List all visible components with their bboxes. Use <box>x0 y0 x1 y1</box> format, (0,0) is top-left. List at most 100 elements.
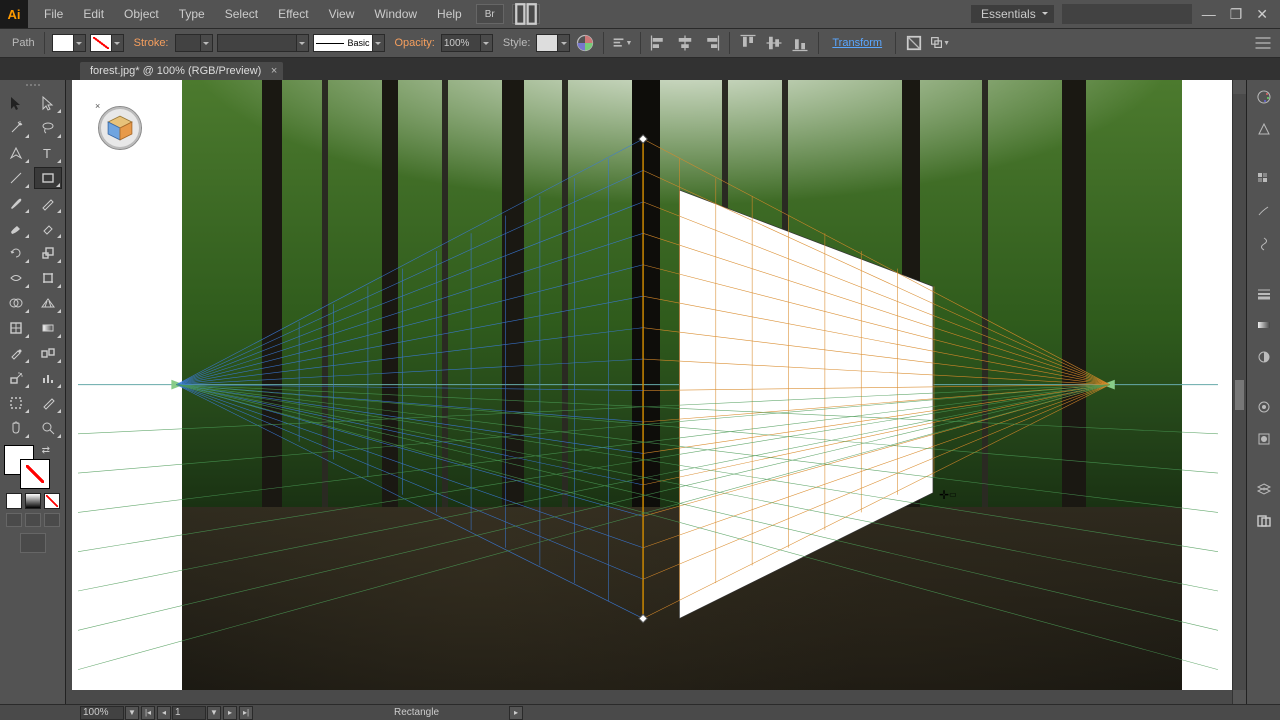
isolate-button[interactable] <box>903 33 925 53</box>
panel-brushes[interactable] <box>1253 200 1275 222</box>
stroke-indicator[interactable] <box>20 459 50 489</box>
artboard-menu[interactable]: ▼ <box>207 706 221 720</box>
blend-tool[interactable] <box>34 342 62 364</box>
zoom-menu[interactable]: ▼ <box>125 706 139 720</box>
vertical-scrollbar[interactable] <box>1232 80 1246 704</box>
menu-help[interactable]: Help <box>427 0 472 28</box>
window-close-button[interactable]: ✕ <box>1256 6 1268 23</box>
window-minimize-button[interactable]: ― <box>1202 6 1216 23</box>
panel-appearance[interactable] <box>1253 396 1275 418</box>
align-vcenter-button[interactable] <box>763 33 785 53</box>
perspective-grid-tool[interactable] <box>34 292 62 314</box>
lasso-tool[interactable] <box>34 117 62 139</box>
hand-tool[interactable] <box>2 417 30 439</box>
artboard-tool[interactable] <box>2 392 30 414</box>
search-box[interactable] <box>1062 4 1192 24</box>
arrange-documents-button[interactable] <box>512 4 540 24</box>
menu-object[interactable]: Object <box>114 0 169 28</box>
status-menu[interactable]: ▸ <box>509 706 523 720</box>
menu-view[interactable]: View <box>319 0 365 28</box>
eraser-tool[interactable] <box>34 217 62 239</box>
graphic-style[interactable] <box>536 34 570 52</box>
panel-layers[interactable] <box>1253 478 1275 500</box>
draw-normal[interactable] <box>6 513 22 527</box>
pencil-tool[interactable] <box>34 192 62 214</box>
stroke-weight[interactable] <box>175 34 213 52</box>
draw-behind[interactable] <box>25 513 41 527</box>
zoom-input[interactable] <box>80 706 124 720</box>
color-mode-solid[interactable] <box>6 493 22 509</box>
align-left-button[interactable] <box>648 33 670 53</box>
menu-window[interactable]: Window <box>364 0 427 28</box>
draw-inside[interactable] <box>44 513 60 527</box>
menu-edit[interactable]: Edit <box>73 0 114 28</box>
panel-gradient[interactable] <box>1253 314 1275 336</box>
fill-swatch[interactable] <box>52 34 86 52</box>
screen-mode[interactable] <box>20 533 46 553</box>
align-top-button[interactable] <box>737 33 759 53</box>
artboard-number[interactable] <box>172 706 206 720</box>
canvas-area[interactable]: × ✛▭ <box>66 80 1246 704</box>
bridge-button[interactable]: Br <box>476 4 504 24</box>
shape-builder-tool[interactable] <box>2 292 30 314</box>
perspective-widget-close[interactable]: × <box>95 101 100 111</box>
gradient-tool[interactable] <box>34 317 62 339</box>
rotate-tool[interactable] <box>2 242 30 264</box>
panel-swatches[interactable] <box>1253 168 1275 190</box>
color-mode-none[interactable] <box>44 493 60 509</box>
panel-color-guide[interactable] <box>1253 118 1275 140</box>
zoom-tool[interactable] <box>34 417 62 439</box>
document-tab[interactable]: forest.jpg* @ 100% (RGB/Preview) × <box>80 62 283 80</box>
align-right-button[interactable] <box>700 33 722 53</box>
brush-definition[interactable]: Basic <box>313 34 385 52</box>
variable-width-profile[interactable] <box>217 34 309 52</box>
prev-artboard[interactable]: ◂ <box>157 706 171 720</box>
opacity-input[interactable] <box>441 34 493 52</box>
line-tool[interactable] <box>2 167 30 189</box>
panel-graphic-styles[interactable] <box>1253 428 1275 450</box>
panel-color[interactable] <box>1253 86 1275 108</box>
panel-artboards[interactable] <box>1253 510 1275 532</box>
stroke-swatch[interactable] <box>90 34 124 52</box>
align-dropdown[interactable]: ▼ <box>611 33 633 53</box>
width-tool[interactable] <box>2 267 30 289</box>
rectangle-tool[interactable] <box>34 167 62 189</box>
edit-clip-button[interactable]: ▼ <box>929 33 951 53</box>
eyedropper-tool[interactable] <box>2 342 30 364</box>
menu-type[interactable]: Type <box>169 0 215 28</box>
mesh-tool[interactable] <box>2 317 30 339</box>
align-hcenter-button[interactable] <box>674 33 696 53</box>
pen-tool[interactable] <box>2 142 30 164</box>
slice-tool[interactable] <box>34 392 62 414</box>
recolor-artwork-button[interactable] <box>574 33 596 53</box>
menu-select[interactable]: Select <box>215 0 268 28</box>
color-mode-gradient[interactable] <box>25 493 41 509</box>
magic-wand-tool[interactable] <box>2 117 30 139</box>
symbol-sprayer-tool[interactable] <box>2 367 30 389</box>
selection-tool[interactable] <box>2 92 30 114</box>
transform-link[interactable]: Transform <box>832 37 882 49</box>
swap-fill-stroke[interactable]: ⇄ <box>42 445 50 456</box>
panel-transparency[interactable] <box>1253 346 1275 368</box>
perspective-plane-widget[interactable]: × <box>98 106 142 150</box>
blob-brush-tool[interactable] <box>2 217 30 239</box>
scale-tool[interactable] <box>34 242 62 264</box>
align-bottom-button[interactable] <box>789 33 811 53</box>
last-artboard[interactable]: ▸| <box>239 706 253 720</box>
window-restore-button[interactable]: ❐ <box>1230 6 1243 23</box>
free-transform-tool[interactable] <box>34 267 62 289</box>
workspace-switcher[interactable]: Essentials <box>971 5 1054 23</box>
fill-stroke-indicator[interactable]: ⇄ <box>2 445 54 491</box>
first-artboard[interactable]: |◂ <box>141 706 155 720</box>
panel-stroke[interactable] <box>1253 282 1275 304</box>
paintbrush-tool[interactable] <box>2 192 30 214</box>
type-tool[interactable]: T <box>34 142 62 164</box>
column-graph-tool[interactable] <box>34 367 62 389</box>
panel-symbols[interactable] <box>1253 232 1275 254</box>
search-input[interactable] <box>1070 8 1212 20</box>
direct-selection-tool[interactable] <box>34 92 62 114</box>
control-options-button[interactable] <box>1252 33 1274 53</box>
menu-effect[interactable]: Effect <box>268 0 318 28</box>
document-tab-close[interactable]: × <box>271 65 277 77</box>
next-artboard[interactable]: ▸ <box>223 706 237 720</box>
